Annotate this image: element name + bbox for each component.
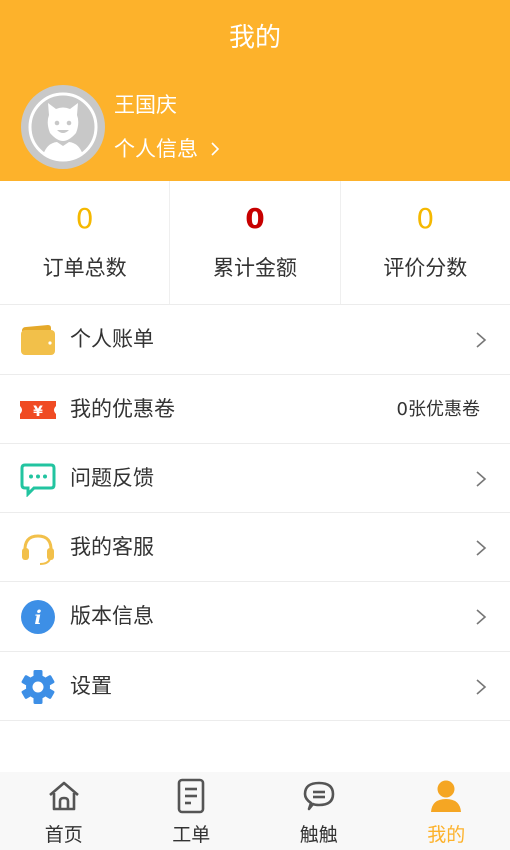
avatar[interactable] (21, 85, 105, 169)
stat-total-amount[interactable]: 0 累计金额 (170, 181, 341, 304)
chevron-right-icon (211, 142, 220, 156)
menu-item-settings[interactable]: 设置 (0, 652, 510, 721)
menu-item-label: 我的客服 (70, 535, 154, 559)
avatar-face-icon (28, 92, 98, 162)
menu-item-bill[interactable]: 个人账单 (0, 305, 510, 375)
profile-info-link[interactable]: 个人信息 (114, 133, 222, 165)
feedback-icon (20, 463, 56, 497)
headset-icon (22, 534, 54, 565)
tab-label: 工单 (172, 824, 211, 846)
wallet-icon (21, 325, 55, 355)
chevron-right-icon (476, 332, 487, 348)
bottom-tab-bar: 首页 工单 触触 我的 (0, 772, 510, 850)
user-icon (431, 780, 462, 812)
stat-value: 0 (245, 202, 265, 235)
coupon-count: 0张优惠卷 (396, 399, 480, 420)
menu-item-version-info[interactable]: i 版本信息 (0, 582, 510, 652)
stat-order-total[interactable]: 0 订单总数 (0, 181, 171, 304)
menu-item-label: 个人账单 (70, 327, 154, 351)
menu-item-label: 设置 (70, 674, 112, 698)
tab-label: 我的 (427, 824, 466, 846)
menu-item-customer-service[interactable]: 我的客服 (0, 513, 510, 582)
stat-label: 累计金额 (212, 256, 297, 280)
user-name: 王国庆 (114, 93, 177, 117)
stat-label: 订单总数 (42, 256, 127, 280)
home-icon (48, 781, 79, 811)
stat-rating-score[interactable]: 0 评价分数 (341, 181, 510, 304)
coupon-icon: ¥ (20, 401, 56, 420)
tab-work-order[interactable]: 工单 (128, 772, 256, 850)
info-icon: i (21, 600, 55, 634)
work-order-icon (177, 778, 205, 814)
menu-item-label: 问题反馈 (70, 466, 154, 490)
menu-item-label: 版本信息 (70, 604, 154, 628)
chevron-right-icon (476, 679, 487, 695)
stats-panel: 0 订单总数 0 累计金额 0 评价分数 (0, 181, 510, 305)
svg-text:¥: ¥ (33, 404, 43, 420)
chevron-right-icon (476, 471, 487, 487)
gear-icon (21, 670, 55, 704)
stat-label: 评价分数 (383, 256, 468, 280)
stat-value: 0 (416, 202, 435, 235)
chat-icon (303, 781, 335, 811)
chevron-right-icon (476, 540, 487, 556)
menu-list: 个人账单 ¥ 我的优惠卷 0张优惠卷 问题反馈 我的客服 i 版本信息 设置 (0, 305, 510, 721)
profile-header: 我的 王国庆 个人信息 (0, 0, 510, 181)
tab-label: 触触 (299, 824, 338, 846)
tab-chat[interactable]: 触触 (255, 772, 383, 850)
profile-info-label: 个人信息 (114, 137, 198, 161)
chevron-right-icon (476, 609, 487, 625)
stat-value: 0 (75, 202, 94, 235)
tab-home[interactable]: 首页 (0, 772, 128, 850)
menu-item-feedback[interactable]: 问题反馈 (0, 444, 510, 513)
menu-item-label: 我的优惠卷 (70, 397, 175, 421)
tab-mine[interactable]: 我的 (383, 772, 510, 850)
tab-label: 首页 (44, 824, 83, 846)
svg-text:i: i (34, 607, 41, 629)
menu-item-coupons[interactable]: ¥ 我的优惠卷 0张优惠卷 (0, 375, 510, 444)
page-title: 我的 (228, 23, 281, 53)
